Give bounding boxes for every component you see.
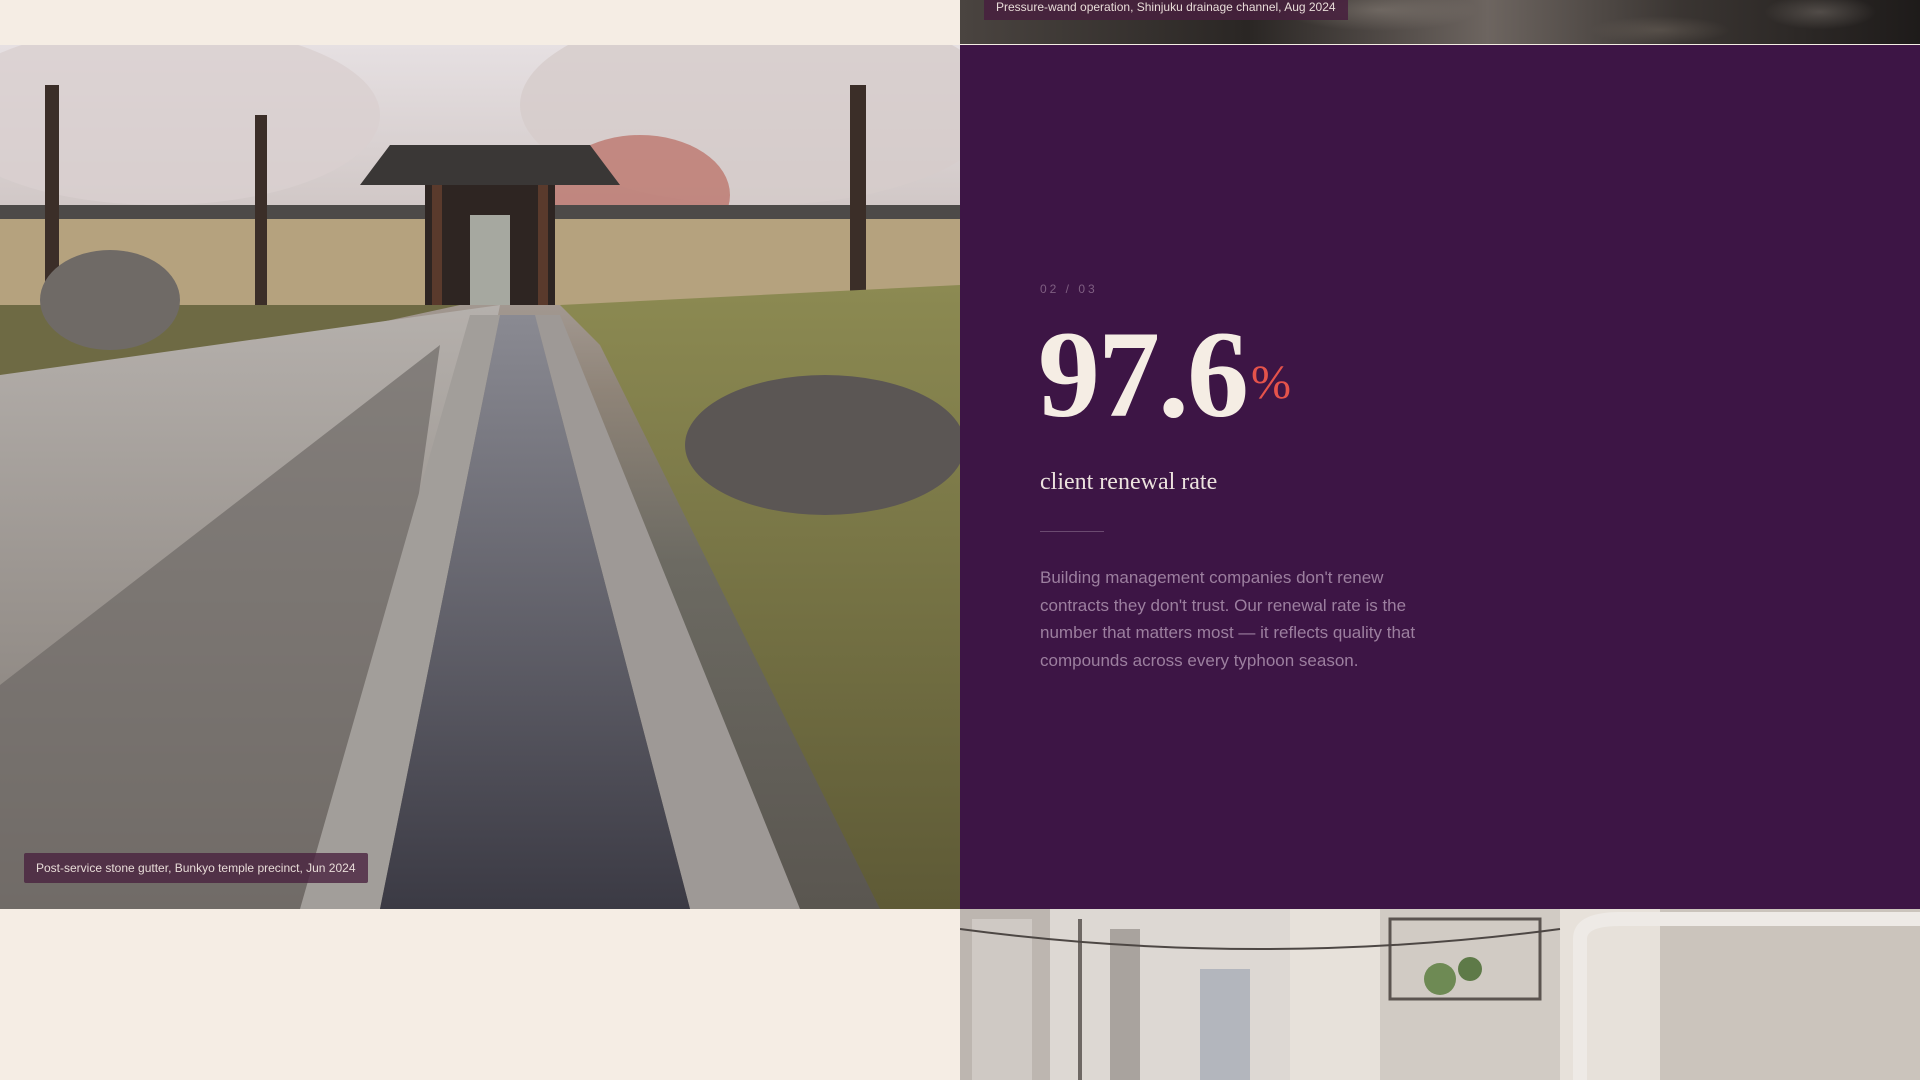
temple-gutter-photo: Post-service stone gutter, Bunkyo temple…	[0, 45, 960, 909]
stat-description: Building management companies don't rene…	[1040, 568, 1416, 670]
drainage-channel-photo: Pressure-wand operation, Shinjuku draina…	[960, 0, 1920, 44]
stat-unit: %	[1251, 356, 1291, 409]
page: Pressure-wand operation, Shinjuku draina…	[0, 0, 1920, 1080]
stat-label: client renewal rate	[1040, 469, 1218, 495]
street-illustration	[960, 909, 1920, 1080]
divider	[1040, 531, 1104, 532]
stat-value: 97.6	[1038, 306, 1249, 443]
stat-panel: 02 / 03 97.6 % client renewal rate Build…	[960, 45, 1920, 909]
stat-value-row: 97.6 %	[1038, 306, 1291, 443]
street-photo	[960, 909, 1920, 1080]
photo-caption-left: Post-service stone gutter, Bunkyo temple…	[24, 853, 368, 883]
photo-caption-top: Pressure-wand operation, Shinjuku draina…	[984, 0, 1348, 20]
temple-gutter-illustration	[0, 45, 960, 909]
stat-index: 02 / 03	[1040, 282, 1098, 296]
